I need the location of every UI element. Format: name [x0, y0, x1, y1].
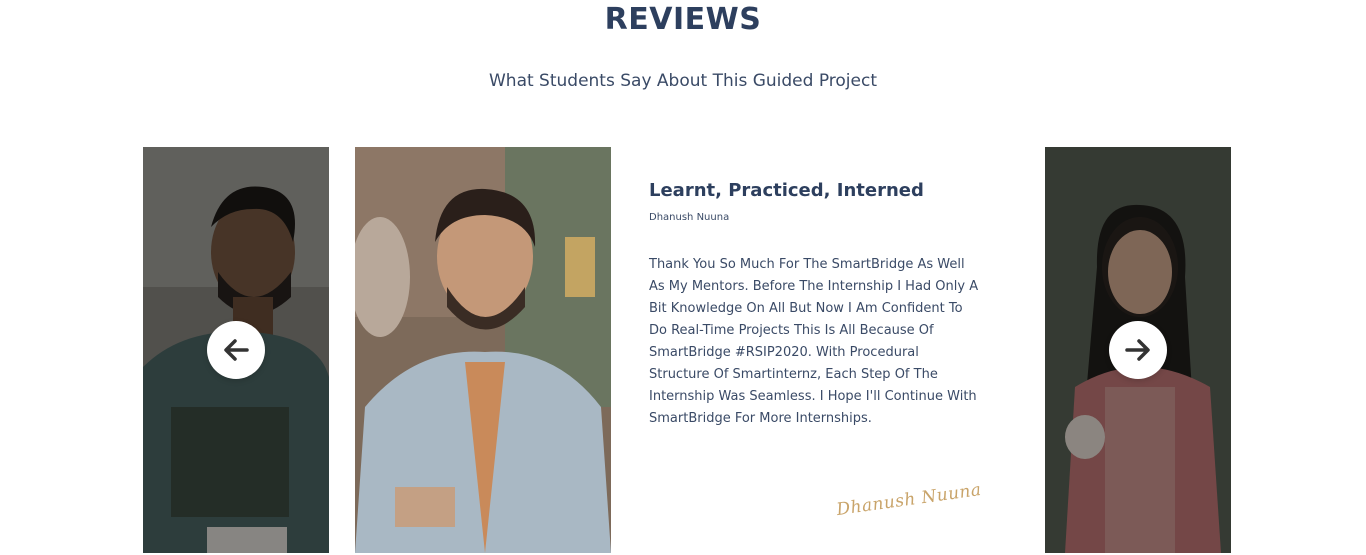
carousel-next-button[interactable]: [1109, 321, 1167, 379]
active-reviewer-image: [355, 147, 611, 553]
active-reviewer-photo: [355, 147, 611, 553]
carousel-prev-button[interactable]: [207, 321, 265, 379]
review-title: Learnt, Practiced, Interned: [649, 180, 924, 201]
author-signature: Dhanush Nuuna: [835, 479, 983, 521]
review-body: Thank You So Much For The SmartBridge As…: [649, 257, 979, 426]
arrow-left-icon: [224, 339, 249, 361]
arrow-right-icon: [1125, 339, 1150, 361]
section-title: REVIEWS: [604, 2, 762, 37]
review-author: Dhanush Nuuna: [649, 212, 730, 223]
section-subtitle: What Students Say About This Guided Proj…: [488, 71, 877, 91]
